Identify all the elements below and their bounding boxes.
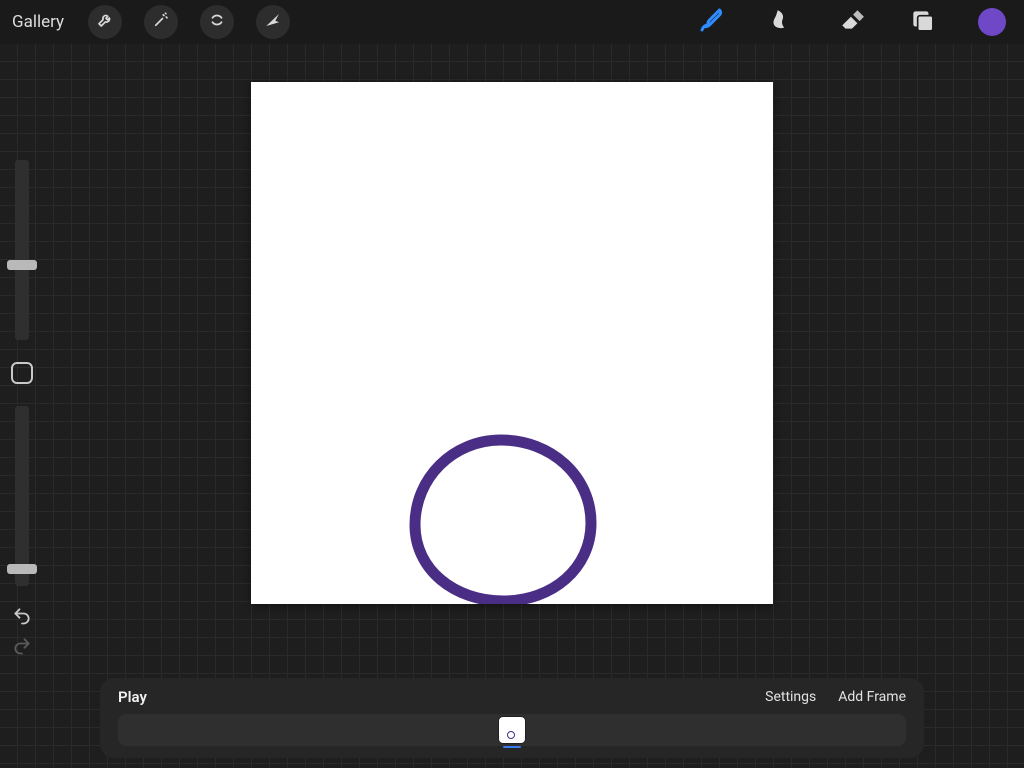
canvas[interactable]: [251, 82, 773, 604]
share-icon: [264, 11, 282, 33]
transform-button[interactable]: [256, 5, 290, 39]
brush-tool-button[interactable]: [690, 0, 734, 44]
layers-button[interactable]: [900, 0, 944, 44]
animation-settings-button[interactable]: Settings: [765, 689, 816, 705]
add-frame-button[interactable]: Add Frame: [838, 689, 906, 705]
color-icon: [978, 8, 1006, 36]
undo-button[interactable]: [10, 606, 34, 626]
adjustments-button[interactable]: [144, 5, 178, 39]
frame-thumbnail-1[interactable]: [499, 717, 525, 743]
left-sidebar: [0, 160, 44, 656]
canvas-drawing: [251, 82, 773, 604]
layers-icon: [909, 7, 935, 37]
smudge-icon: [769, 7, 795, 37]
modify-button[interactable]: [11, 362, 33, 384]
redo-icon: [10, 636, 34, 656]
redo-button[interactable]: [10, 636, 34, 656]
gallery-button[interactable]: Gallery: [10, 12, 70, 32]
selection-button[interactable]: [200, 5, 234, 39]
select-icon: [208, 11, 226, 33]
opacity-thumb[interactable]: [7, 564, 37, 574]
frame-preview: [507, 731, 515, 739]
timeline-header: Play Settings Add Frame: [118, 688, 906, 706]
timeline-track[interactable]: [118, 714, 906, 746]
color-button[interactable]: [970, 0, 1014, 44]
wand-icon: [152, 11, 170, 33]
brush-icon: [697, 5, 727, 39]
brush-size-slider[interactable]: [15, 160, 29, 340]
wrench-icon: [96, 11, 114, 33]
undo-icon: [10, 606, 34, 626]
play-button[interactable]: Play: [118, 688, 147, 706]
brush-size-thumb[interactable]: [7, 260, 37, 270]
opacity-slider[interactable]: [15, 406, 29, 586]
eraser-icon: [839, 7, 865, 37]
eraser-tool-button[interactable]: [830, 0, 874, 44]
animation-timeline: Play Settings Add Frame: [100, 678, 924, 758]
actions-button[interactable]: [88, 5, 122, 39]
top-toolbar: Gallery: [0, 0, 1024, 44]
smudge-tool-button[interactable]: [760, 0, 804, 44]
